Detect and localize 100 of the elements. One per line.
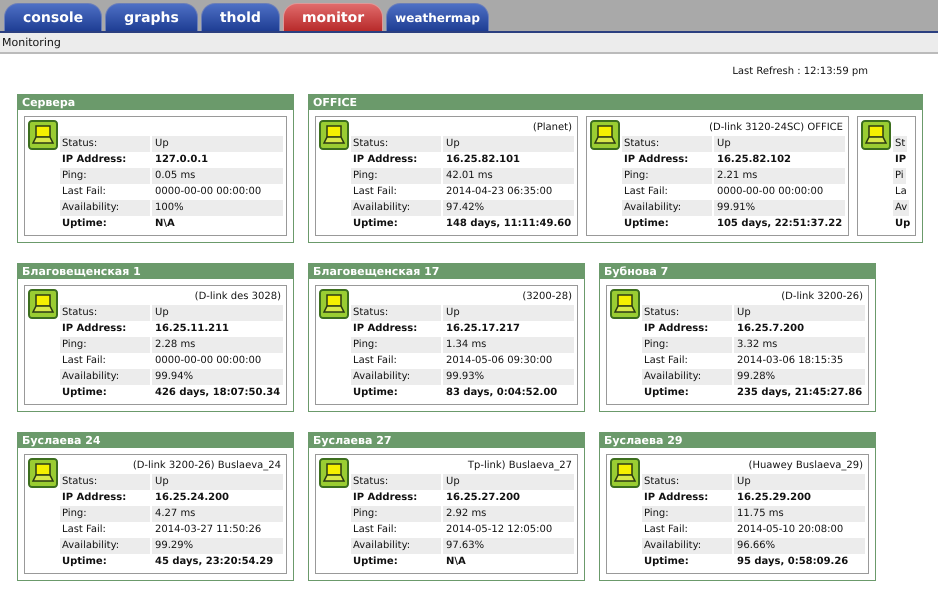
field-label: IP Address: (352, 491, 418, 505)
field-label: Availability: (60, 200, 150, 216)
group-header: Сервера (18, 95, 293, 110)
computer-icon (861, 120, 891, 150)
computer-icon (28, 458, 58, 488)
field-label: La (894, 185, 908, 199)
field-value: 105 days, 22:51:37.22 (716, 217, 844, 231)
nav-tab[interactable]: console (4, 3, 102, 31)
device-title: (3200-28) (522, 291, 572, 302)
field-value: 127.0.0.1 (154, 153, 210, 167)
field-label: Ping: (351, 337, 441, 353)
field-value: 99.93% (443, 369, 574, 385)
field-label: Up (894, 217, 912, 231)
field-value: 16.25.7.200 (736, 322, 806, 336)
field-value: 2.21 ms (714, 168, 845, 184)
field-label: Last Fail: (643, 354, 689, 368)
field-label: Last Fail: (61, 354, 107, 368)
group-header: Благовещенская 17 (309, 264, 584, 279)
nav-tab[interactable]: monitor (282, 3, 384, 31)
field-value: Up (714, 136, 845, 152)
field-label: Pi (893, 168, 906, 184)
field-value: 97.63% (443, 538, 574, 554)
field-label: Status: (60, 305, 150, 321)
field-label: Uptime: (352, 386, 399, 400)
field-label: Uptime: (623, 217, 670, 231)
field-value: Up (152, 474, 283, 490)
field-label: Uptime: (352, 217, 399, 231)
field-value: N\A (154, 217, 176, 231)
field-value: 95 days, 0:58:09.26 (736, 555, 850, 569)
field-label: IP Address: (643, 322, 710, 336)
field-value: 2014-05-12 12:05:00 (445, 523, 554, 537)
field-value: 2014-04-23 06:35:00 (445, 185, 554, 199)
field-value: Up (152, 305, 283, 321)
field-value: 16.25.27.200 (445, 491, 522, 505)
device-title: (Planet) (532, 122, 572, 133)
field-label: Ping: (60, 337, 150, 353)
field-label: IP Address: (61, 153, 128, 167)
last-refresh-text: Last Refresh : 12:13:59 pm (732, 66, 868, 77)
field-value: 0.05 ms (152, 168, 283, 184)
field-label: Status: (351, 474, 441, 490)
field-label: IP (894, 153, 908, 167)
computer-icon (610, 289, 640, 319)
field-value: 3.32 ms (734, 337, 865, 353)
group-header: Благовещенская 1 (18, 264, 293, 279)
field-label: Status: (60, 474, 150, 490)
field-label: Uptime: (61, 555, 108, 569)
field-value: 16.25.24.200 (154, 491, 230, 505)
computer-icon (610, 458, 640, 488)
field-value: 2014-03-06 18:15:35 (736, 354, 844, 368)
field-label: Status: (642, 305, 732, 321)
device-title: (D-link des 3028) (194, 291, 281, 302)
field-value: 99.94% (152, 369, 283, 385)
nav-tab[interactable]: thold (200, 3, 280, 31)
field-label: Ping: (60, 168, 150, 184)
field-value: 148 days, 11:11:49.60 (445, 217, 572, 231)
group-header: Буслаева 27 (309, 433, 584, 448)
computer-icon (319, 120, 349, 150)
field-label: Uptime: (643, 555, 690, 569)
field-value: Up (443, 474, 574, 490)
field-label: Last Fail: (352, 523, 398, 537)
nav-tab[interactable]: weathermap (386, 3, 489, 31)
field-label: Ping: (622, 168, 712, 184)
field-value: 2014-03-27 11:50:26 (154, 523, 262, 537)
field-label: Ping: (351, 506, 441, 522)
field-value: 0000-00-00 00:00:00 (716, 185, 824, 199)
field-value: 100% (152, 200, 283, 216)
nav-tab[interactable]: graphs (105, 3, 198, 31)
field-label: Availability: (351, 200, 441, 216)
computer-icon (28, 120, 58, 150)
field-value: 426 days, 18:07:50.34 (154, 386, 282, 400)
field-value: N\A (445, 555, 467, 569)
computer-icon (319, 458, 349, 488)
field-value: 16.25.29.200 (736, 491, 812, 505)
field-label: Ping: (642, 506, 732, 522)
field-label: Uptime: (61, 217, 108, 231)
field-label: Ping: (351, 168, 441, 184)
field-label: Ping: (642, 337, 732, 353)
field-value: 99.29% (152, 538, 283, 554)
device-title: (Huawey Buslaeva_29) (748, 460, 863, 471)
field-value: 42.01 ms (443, 168, 574, 184)
field-label: Ping: (60, 506, 150, 522)
field-value: 2014-05-10 20:08:00 (736, 523, 844, 537)
field-value: 0000-00-00 00:00:00 (154, 354, 262, 368)
field-label: Status: (622, 136, 712, 152)
field-label: Last Fail: (623, 185, 669, 199)
field-value: Up (734, 305, 865, 321)
device-title: (D-link 3120-24SC) OFFICE (709, 122, 843, 133)
device-title: Tp-link) Buslaeva_27 (468, 460, 572, 471)
field-value: 2014-05-06 09:30:00 (445, 354, 554, 368)
field-label: Last Fail: (643, 523, 689, 537)
field-label: Av (893, 200, 910, 216)
field-label: Availability: (60, 369, 150, 385)
field-label: Last Fail: (352, 354, 398, 368)
field-value: 16.25.82.102 (716, 153, 792, 167)
field-label: Status: (642, 474, 732, 490)
computer-icon (28, 289, 58, 319)
group-header: Буслаева 24 (18, 433, 293, 448)
field-value: 235 days, 21:45:27.86 (736, 386, 864, 400)
group-header: Бубнова 7 (600, 264, 875, 279)
field-value: 97.42% (443, 200, 574, 216)
